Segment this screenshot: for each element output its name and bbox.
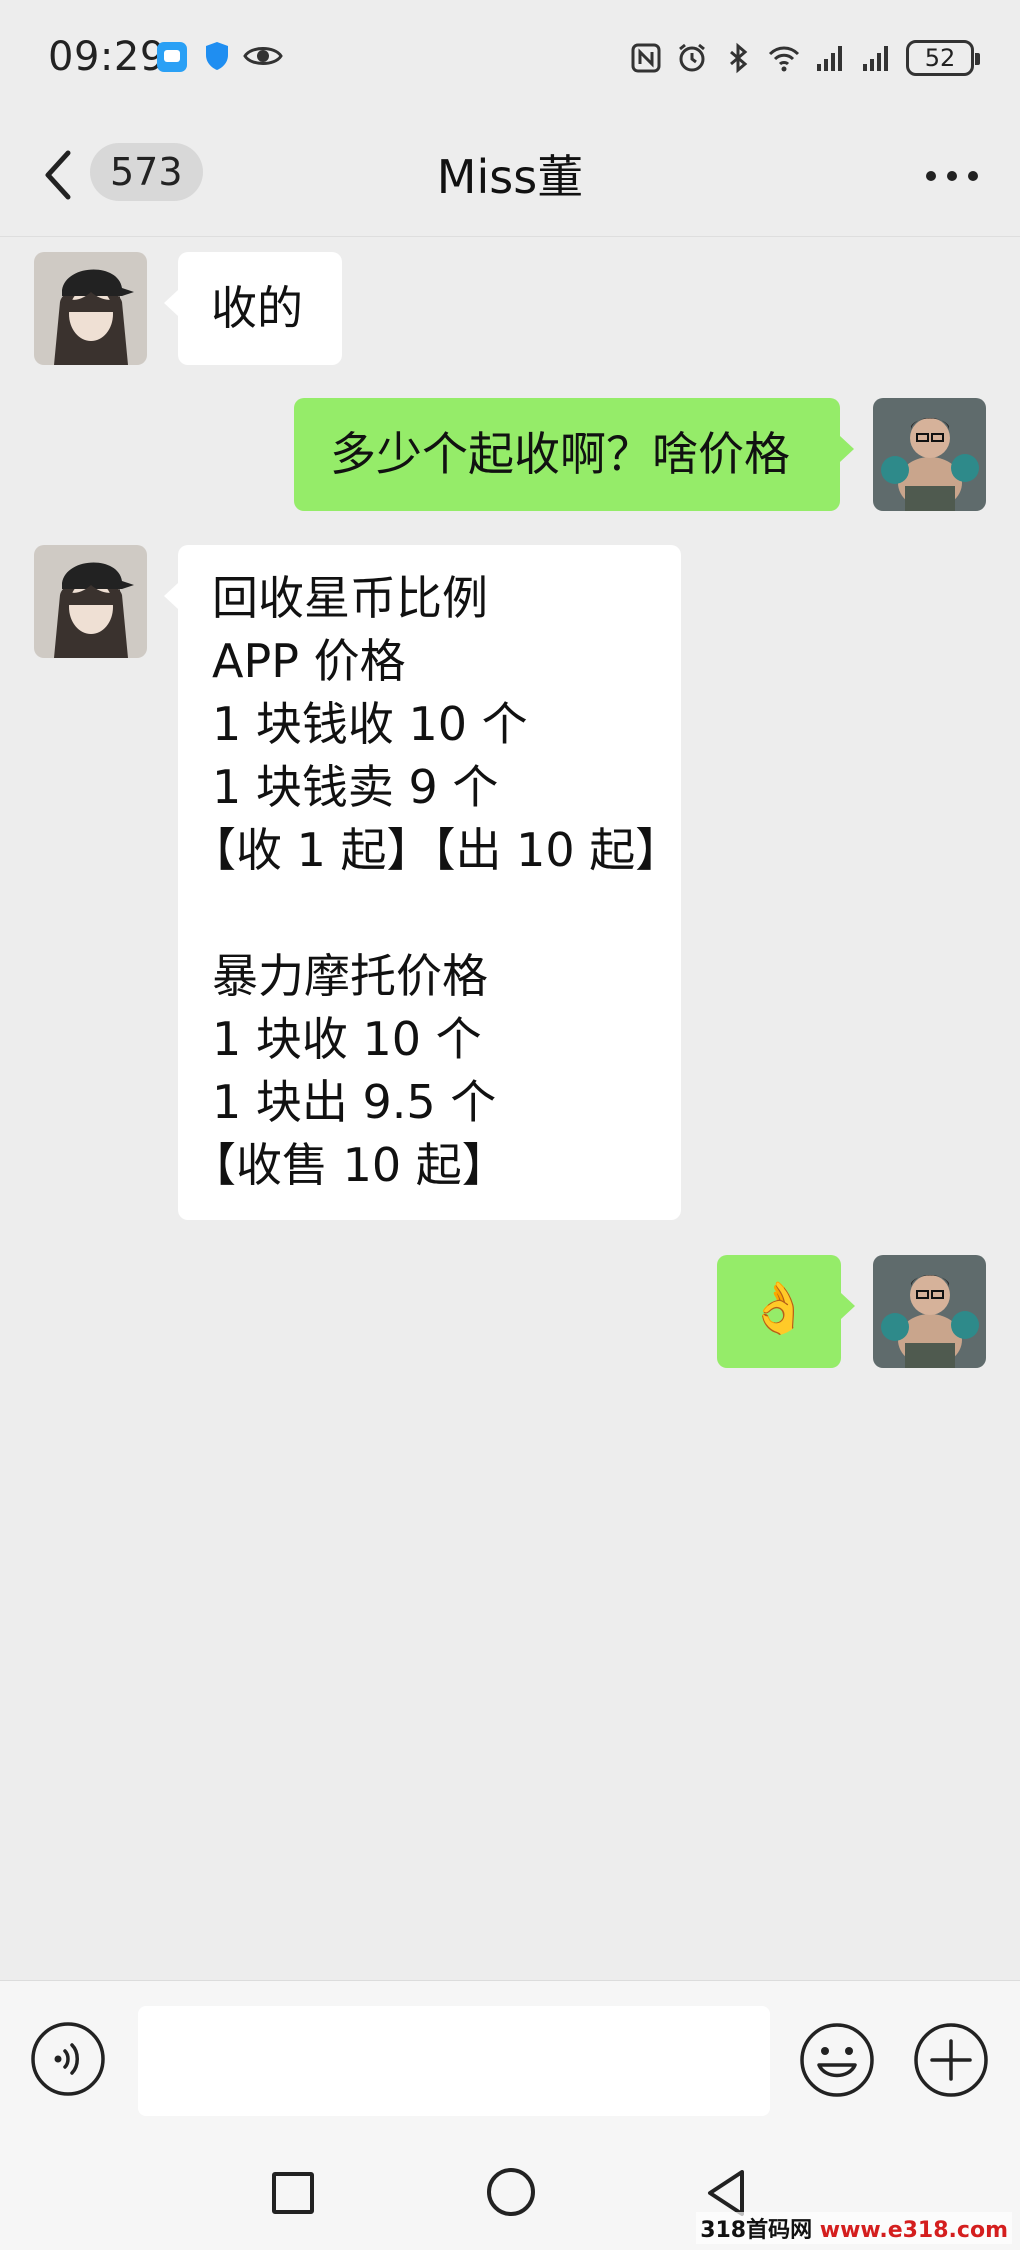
contact-avatar[interactable] xyxy=(34,252,147,365)
dot xyxy=(926,171,936,181)
message-input[interactable] xyxy=(138,2006,770,2116)
ok-hand-emoji: 👌 xyxy=(747,1279,811,1337)
message-app-icon xyxy=(157,42,187,72)
more-dots-icon[interactable] xyxy=(920,151,984,201)
watermark-name: 318首码网 xyxy=(700,2218,813,2243)
recent-apps-icon[interactable] xyxy=(272,2172,314,2214)
message-text: 1 块钱卖 9 个 xyxy=(212,760,499,814)
status-bar: 09:29 52 xyxy=(0,0,1020,115)
watermark: 318首码网 www.e318.com xyxy=(696,2212,1012,2244)
alarm-icon xyxy=(679,43,705,72)
watermark-url: www.e318.com xyxy=(812,2218,1008,2243)
message-text: 1 块钱收 10 个 xyxy=(212,697,528,751)
message-text: 暴力摩托价格 xyxy=(212,949,488,1003)
self-avatar[interactable] xyxy=(873,398,986,511)
message-text: 1 块收 10 个 xyxy=(212,1012,482,1066)
chat-header: 573 Miss董 xyxy=(0,115,1020,237)
message-text: 回收星币比例 xyxy=(212,571,488,625)
emoji-icon[interactable] xyxy=(798,2021,876,2099)
chat-screen: 09:29 52 573 Miss董 收的 多少个起收啊？啥价格 回收星币比例 … xyxy=(0,0,1020,2250)
signal-icon xyxy=(863,46,888,71)
nfc-icon xyxy=(631,43,661,73)
message-bubble[interactable]: 多少个起收啊？啥价格 xyxy=(294,398,854,511)
wifi-icon xyxy=(768,46,800,72)
message-text: 1 块出 9.5 个 xyxy=(212,1075,497,1129)
message-text: 【收售 10 起】 xyxy=(190,1138,508,1192)
input-bar xyxy=(0,1980,1020,2130)
plus-icon[interactable] xyxy=(912,2021,990,2099)
dot xyxy=(968,171,978,181)
contact-avatar[interactable] xyxy=(34,545,147,658)
chat-title: Miss董 xyxy=(436,150,584,204)
voice-icon[interactable] xyxy=(30,2021,106,2097)
message-bubble[interactable]: 回收星币比例 APP 价格 1 块钱收 10 个 1 块钱卖 9 个 【收 1 … xyxy=(164,545,682,1220)
dot xyxy=(947,171,957,181)
self-avatar[interactable] xyxy=(873,1255,986,1368)
home-icon[interactable] xyxy=(487,2168,535,2216)
message-bubble[interactable]: 👌 xyxy=(717,1255,855,1368)
message-bubble[interactable]: 收的 xyxy=(164,252,342,365)
bluetooth-icon xyxy=(730,42,748,74)
signal-icon xyxy=(817,46,842,71)
message-text: 【收 1 起】【出 10 起】 xyxy=(190,823,682,877)
shield-app-icon xyxy=(206,42,228,70)
message-text: 多少个起收啊？啥价格 xyxy=(330,427,790,481)
message-text: APP 价格 xyxy=(212,634,406,688)
status-time: 09:29 xyxy=(48,34,166,80)
battery-level: 52 xyxy=(924,44,956,72)
battery-icon: 52 xyxy=(906,40,980,76)
eye-icon xyxy=(243,47,283,65)
status-icons: 52 xyxy=(630,38,980,78)
message-text: 收的 xyxy=(211,281,303,335)
nav-back-icon[interactable] xyxy=(704,2168,748,2218)
message-text xyxy=(212,882,647,945)
